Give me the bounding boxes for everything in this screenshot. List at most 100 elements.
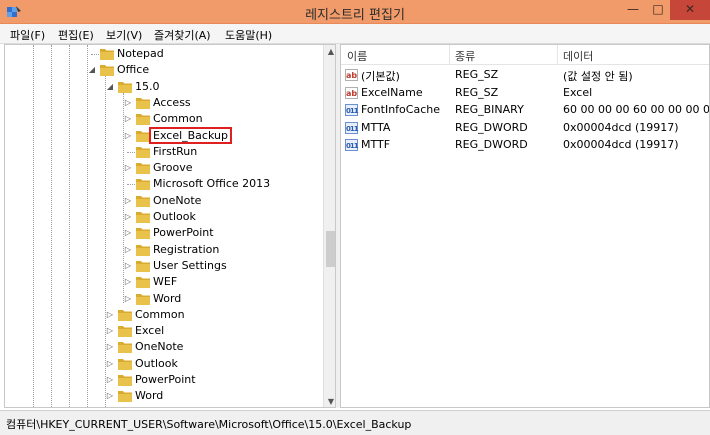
menu-favorites[interactable]: 즐겨찾기(A)	[154, 27, 211, 43]
tree-node-label[interactable]: Excel	[135, 324, 164, 337]
value-row[interactable]: 011 MTTA REG_DWORD 0x00004dcd (19917)	[341, 120, 709, 136]
tree-connector	[91, 54, 99, 55]
menu-bar: 파일(F) 편집(E) 보기(V) 즐겨찾기(A) 도움말(H)	[0, 24, 710, 44]
tree-node-label[interactable]: PowerPoint	[153, 226, 214, 239]
expand-arrow-icon[interactable]: ▷	[123, 130, 133, 142]
scroll-down-arrow-icon[interactable]: ▼	[324, 395, 335, 407]
tree-node-label[interactable]: WEF	[153, 275, 177, 288]
tree-node[interactable]: FirstRun	[123, 144, 335, 160]
column-divider[interactable]	[557, 45, 558, 65]
expand-arrow-icon[interactable]: ▷	[123, 276, 133, 288]
tree-scrollbar[interactable]: ▲ ▼	[323, 45, 335, 407]
folder-icon	[136, 195, 150, 207]
column-header-name[interactable]: 이름	[347, 48, 367, 64]
close-button[interactable]: ✕	[670, 0, 710, 20]
expand-arrow-icon[interactable]: ▷	[123, 211, 133, 223]
tree-node-label[interactable]: Common	[153, 112, 203, 125]
folder-icon	[136, 179, 150, 191]
value-type: REG_DWORD	[455, 120, 528, 134]
registry-tree[interactable]: Notepad ◢ Office ◢ 15.0 ▷ Access ▷ Common ▷ Excel_…	[4, 44, 336, 408]
column-header-type[interactable]: 종류	[455, 48, 475, 64]
tree-node[interactable]: ▷ Access	[123, 95, 335, 111]
expand-arrow-icon[interactable]: ▷	[123, 113, 133, 125]
collapse-arrow-icon[interactable]: ◢	[87, 64, 97, 76]
expand-arrow-icon[interactable]: ▷	[123, 162, 133, 174]
expand-arrow-icon[interactable]: ▷	[105, 309, 115, 321]
tree-node[interactable]: ◢ Office	[87, 62, 327, 78]
tree-node[interactable]: ▷ Common	[105, 307, 335, 323]
value-row[interactable]: ab (기본값) REG_SZ (값 설정 안 됨)	[341, 67, 709, 83]
value-row[interactable]: 011 MTTF REG_DWORD 0x00004dcd (19917)	[341, 137, 709, 153]
tree-node[interactable]: ▷ Registration	[123, 242, 335, 258]
tree-node-label[interactable]: User Settings	[153, 259, 227, 272]
tree-node-label[interactable]: Access	[153, 96, 191, 109]
tree-node[interactable]: ▷ Groove	[123, 160, 335, 176]
tree-node[interactable]: ▷ Outlook	[123, 209, 335, 225]
tree-node-label[interactable]: Common	[135, 308, 185, 321]
column-header-data[interactable]: 데이터	[563, 48, 593, 64]
expand-arrow-icon[interactable]: ▷	[123, 260, 133, 272]
expand-arrow-icon[interactable]: ▷	[105, 358, 115, 370]
tree-node-label[interactable]: Outlook	[153, 210, 196, 223]
value-data: 0x00004dcd (19917)	[563, 138, 679, 151]
scroll-thumb[interactable]	[326, 231, 335, 267]
menu-help[interactable]: 도움말(H)	[225, 27, 272, 43]
tree-node-label[interactable]: Notepad	[117, 47, 164, 60]
expand-arrow-icon[interactable]: ▷	[105, 341, 115, 353]
tree-node-label[interactable]: FirstRun	[153, 145, 197, 158]
expand-arrow-icon[interactable]: ▷	[105, 325, 115, 337]
expand-arrow-icon[interactable]: ▷	[123, 227, 133, 239]
tree-node[interactable]: Notepad	[87, 46, 327, 62]
tree-node[interactable]: ▷ Word	[123, 291, 335, 307]
tree-node-label[interactable]: Word	[153, 292, 181, 305]
tree-node[interactable]: ▷ User Settings	[123, 258, 335, 274]
expand-arrow-icon[interactable]: ▷	[123, 244, 133, 256]
current-key-path: 컴퓨터\HKEY_CURRENT_USER\Software\Microsoft…	[6, 418, 412, 431]
values-list[interactable]: 이름 종류 데이터 ab (기본값) REG_SZ (값 설정 안 됨) ab Excel…	[340, 44, 710, 408]
tree-node-label[interactable]: Office	[117, 63, 149, 76]
collapse-arrow-icon[interactable]: ◢	[105, 81, 115, 93]
value-row[interactable]: 011 FontInfoCache REG_BINARY 60 00 00 00 60…	[341, 102, 709, 118]
tree-node[interactable]: Microsoft Office 2013	[123, 176, 335, 192]
tree-node[interactable]: ▷ OneNote	[105, 339, 335, 355]
value-row[interactable]: ab ExcelName REG_SZ Excel	[341, 85, 709, 101]
folder-icon	[118, 81, 132, 93]
folder-icon	[118, 375, 132, 386]
value-type: REG_SZ	[455, 85, 499, 99]
tree-node[interactable]: ▷ Outlook	[105, 356, 335, 372]
tree-node[interactable]: ▷ Excel	[105, 323, 335, 339]
selected-key-label[interactable]: Excel_Backup	[149, 126, 232, 144]
tree-node-label[interactable]: OneNote	[135, 340, 183, 353]
tree-node[interactable]: ▷ OneNote	[123, 193, 335, 209]
tree-node-label[interactable]: 15.0	[135, 80, 160, 93]
menu-view[interactable]: 보기(V)	[106, 27, 142, 43]
column-divider[interactable]	[449, 45, 450, 65]
expand-arrow-icon[interactable]: ▷	[123, 97, 133, 109]
minimize-button[interactable]: —	[620, 0, 646, 20]
tree-node-label[interactable]: Word	[135, 389, 163, 402]
expand-arrow-icon[interactable]: ▷	[105, 374, 115, 386]
scroll-up-arrow-icon[interactable]: ▲	[324, 45, 335, 59]
tree-node[interactable]: ▷ PowerPoint	[123, 225, 335, 241]
tree-node[interactable]: ▷ Word	[105, 388, 335, 404]
tree-node-label[interactable]: Groove	[153, 161, 193, 174]
tree-node[interactable]: ◢ 15.0	[105, 79, 335, 95]
menu-file[interactable]: 파일(F)	[10, 27, 45, 43]
tree-node-label[interactable]: Outlook	[135, 357, 178, 370]
tree-node-label[interactable]: OneNote	[153, 194, 201, 207]
expand-arrow-icon[interactable]: ▷	[123, 195, 133, 207]
maximize-button[interactable]: □	[646, 0, 670, 20]
menu-edit[interactable]: 편집(E)	[58, 27, 94, 43]
folder-icon	[136, 97, 150, 109]
expand-arrow-icon[interactable]: ▷	[123, 293, 133, 305]
tree-node-label[interactable]: Microsoft Office 2013	[153, 177, 270, 190]
tree-node[interactable]: ▷ Common	[123, 111, 335, 127]
tree-node-label[interactable]: PowerPoint	[135, 373, 196, 386]
tree-node[interactable]: ▷ PowerPoint	[105, 372, 335, 388]
binary-value-icon: 011	[345, 121, 359, 134]
folder-icon	[136, 228, 150, 240]
tree-node-label[interactable]: Registration	[153, 243, 219, 256]
tree-node[interactable]: ▷ Excel_Backup	[123, 126, 335, 144]
expand-arrow-icon[interactable]: ▷	[105, 390, 115, 402]
tree-node[interactable]: ▷ WEF	[123, 274, 335, 290]
